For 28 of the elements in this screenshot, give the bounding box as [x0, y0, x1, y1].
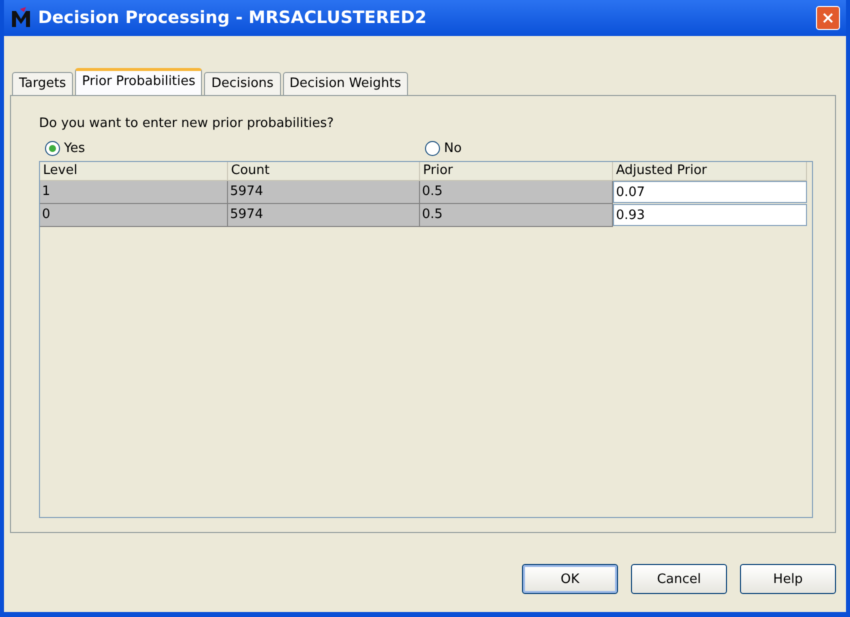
- question-text: Do you want to enter new prior probabilities?: [39, 116, 335, 131]
- table-cell: 0: [40, 204, 228, 227]
- tab[interactable]: Decisions: [204, 72, 281, 95]
- window-title: Decision Processing - MRSACLUSTERED2: [38, 8, 428, 28]
- column-header[interactable]: Count: [228, 162, 420, 181]
- column-header[interactable]: Prior: [420, 162, 613, 181]
- tab[interactable]: Targets: [12, 72, 73, 95]
- table-cell: 5974: [228, 204, 420, 227]
- radio-label[interactable]: No: [444, 141, 462, 156]
- app-logo-icon: [10, 7, 32, 29]
- close-button[interactable]: [816, 6, 840, 30]
- input-field[interactable]: 0.07: [613, 181, 807, 203]
- radio-button[interactable]: [425, 141, 440, 156]
- radio-label[interactable]: Yes: [64, 141, 85, 156]
- radio-button[interactable]: [45, 141, 60, 156]
- dialog-button[interactable]: OK: [522, 564, 618, 594]
- tab[interactable]: Decision Weights: [282, 72, 408, 95]
- column-header[interactable]: Adjusted Prior: [613, 162, 807, 181]
- table-cell: 5974: [228, 181, 420, 204]
- close-icon: [823, 12, 833, 24]
- table-cell: 0.5: [420, 204, 613, 227]
- table-cell: 1: [40, 181, 228, 204]
- dialog-button[interactable]: Cancel: [631, 564, 727, 594]
- input-field[interactable]: 0.93: [613, 204, 807, 226]
- tab[interactable]: Prior Probabilities: [75, 68, 202, 95]
- table-cell: 0.5: [420, 181, 613, 204]
- dialog-button[interactable]: Help: [740, 564, 836, 594]
- column-header[interactable]: Level: [40, 162, 228, 181]
